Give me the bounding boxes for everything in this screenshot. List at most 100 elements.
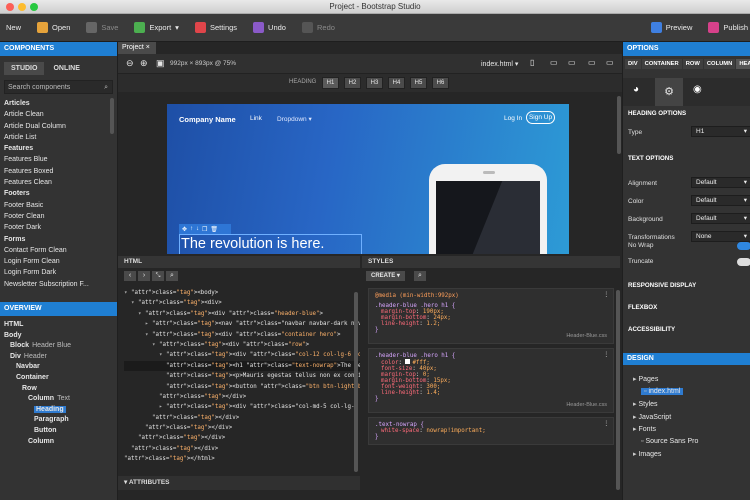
design-tree-node[interactable]: ▸ Pages: [633, 375, 658, 383]
heading-level-button[interactable]: H2: [344, 77, 361, 89]
html-line[interactable]: ▸ "attr">class="tag"><nav "attr">class="…: [124, 319, 360, 329]
component-item[interactable]: Article Dual Column: [0, 121, 117, 132]
component-category[interactable]: Footers: [0, 188, 117, 199]
css-rule[interactable]: @media (min-width:992px) .header-blue .he…: [368, 288, 614, 344]
html-line[interactable]: ▾ "attr">class="tag"><div "attr">class="…: [124, 309, 360, 319]
breadcrumb-tab[interactable]: HEA: [736, 59, 750, 69]
component-item[interactable]: Contact Form Clean: [0, 245, 117, 256]
component-list-scrollbar[interactable]: [110, 98, 114, 134]
option-select[interactable]: Default ▾: [691, 195, 750, 206]
design-tree-node[interactable]: ▸ Images: [633, 450, 661, 458]
redo-button[interactable]: Redo: [294, 18, 343, 38]
component-item[interactable]: Features Blue: [0, 154, 117, 165]
html-line[interactable]: ▾ "attr">class="tag"><div "attr">class="…: [124, 330, 360, 340]
heading-level-button[interactable]: H5: [410, 77, 427, 89]
minimize-window-icon[interactable]: [18, 3, 26, 11]
chevron-left-icon[interactable]: ‹: [124, 271, 136, 281]
delete-icon[interactable]: 🗑: [210, 226, 218, 233]
open-button[interactable]: Open: [29, 18, 78, 38]
more-icon[interactable]: ⋮: [603, 352, 609, 358]
zoom-in-icon[interactable]: ⊕: [140, 58, 148, 69]
close-window-icon[interactable]: [6, 3, 14, 11]
fit-icon[interactable]: ▣: [156, 58, 165, 69]
search-icon[interactable]: ⌕: [414, 271, 426, 281]
palette-icon[interactable]: ◕: [633, 84, 639, 95]
breadcrumb-tab[interactable]: DIV: [625, 59, 641, 69]
responsive-display-title[interactable]: RESPONSIVE DISPLAY: [628, 282, 696, 289]
html-line[interactable]: ▸ "attr">class="tag"><div "attr">class="…: [124, 402, 360, 412]
component-item[interactable]: Features Clean: [0, 177, 117, 188]
styles-scrollbar[interactable]: [616, 290, 620, 490]
component-category[interactable]: Forms: [0, 234, 117, 245]
html-line[interactable]: "attr">class="tag"></div>: [124, 433, 360, 443]
overview-node[interactable]: Heading: [0, 405, 117, 416]
component-item[interactable]: Login Form Clean: [0, 256, 117, 267]
design-tree-node[interactable]: ▫ Source Sans Pro: [641, 438, 698, 445]
component-item[interactable]: Article List: [0, 132, 117, 143]
overview-node[interactable]: Div Header: [0, 352, 117, 363]
zoom-out-icon[interactable]: ⊖: [126, 58, 134, 69]
tab-online[interactable]: ONLINE: [46, 62, 86, 75]
breadcrumb-tab[interactable]: COLUMN: [703, 59, 736, 69]
html-line[interactable]: "attr">class="tag"></div>: [124, 392, 360, 402]
overview-node[interactable]: Navbar: [0, 362, 117, 373]
selected-heading[interactable]: The revolution is here.: [179, 234, 362, 254]
overview-node[interactable]: Button: [0, 426, 117, 437]
css-rule[interactable]: .text-nowrap {white-space: nowrap!import…: [368, 417, 614, 445]
new-button[interactable]: New: [0, 18, 29, 38]
more-icon[interactable]: ⋮: [603, 421, 609, 427]
preview-button[interactable]: Preview: [643, 18, 701, 38]
component-category[interactable]: Articles: [0, 98, 117, 109]
breadcrumb-tab[interactable]: CONTAINER: [641, 59, 682, 69]
type-select[interactable]: H1 ▾: [691, 126, 750, 137]
create-button[interactable]: CREATE ▾: [366, 271, 405, 281]
design-tree-node[interactable]: ▫ index.html: [641, 387, 684, 395]
heading-level-button[interactable]: H1: [322, 77, 339, 89]
monitor-view-icon[interactable]: ▭: [606, 58, 614, 67]
no-wrap-toggle[interactable]: [737, 242, 750, 250]
close-icon[interactable]: ×: [146, 44, 150, 51]
tablet-view-icon[interactable]: ▭: [550, 58, 558, 67]
arrow-up-icon[interactable]: ↑: [190, 226, 193, 232]
duplicate-icon[interactable]: ❐: [202, 226, 207, 233]
css-rule[interactable]: .header-blue .hero h1 {color: #fff; font-…: [368, 348, 614, 413]
page-preview[interactable]: Company Name Link Dropdown ▾ Log In Sign…: [167, 104, 569, 254]
html-line[interactable]: "attr">class="tag"><p>Mauris egestas tel…: [124, 371, 360, 381]
overview-node[interactable]: Paragraph: [0, 415, 117, 426]
component-category[interactable]: Features: [0, 143, 117, 154]
component-item[interactable]: Article Clean: [0, 109, 117, 120]
undo-button[interactable]: Undo: [245, 18, 294, 38]
flexbox-title[interactable]: FLEXBOX: [628, 304, 657, 311]
html-line[interactable]: ▾ "attr">class="tag"><div "attr">class="…: [124, 340, 360, 350]
settings-button[interactable]: Settings: [187, 18, 245, 38]
component-search-input[interactable]: Search components ⌕: [4, 80, 113, 94]
mobile-view-icon[interactable]: ▯: [530, 58, 534, 67]
export-button[interactable]: Export ▾: [126, 18, 186, 38]
component-item[interactable]: Newsletter Subscription F...: [0, 279, 117, 290]
desktop-view-icon[interactable]: ▭: [588, 58, 596, 67]
component-item[interactable]: Features Boxed: [0, 166, 117, 177]
html-line[interactable]: "attr">class="tag"></html>: [124, 454, 360, 464]
overview-node[interactable]: Column Text: [0, 394, 117, 405]
heading-level-button[interactable]: H4: [388, 77, 405, 89]
overview-node[interactable]: Block Header Blue: [0, 341, 117, 352]
html-line[interactable]: ▾ "attr">class="tag"><div "attr">class="…: [124, 350, 360, 360]
overview-node[interactable]: Row: [0, 384, 117, 395]
html-line[interactable]: ▾ "attr">class="tag"><div>: [124, 298, 360, 308]
design-tree-node[interactable]: ▸ Styles: [633, 400, 658, 408]
overview-node[interactable]: HTML: [0, 320, 117, 331]
search-icon[interactable]: ⌕: [166, 271, 178, 281]
breadcrumb-tab[interactable]: ROW: [682, 59, 703, 69]
tab-project[interactable]: Project ×: [118, 42, 156, 54]
chevron-right-icon[interactable]: ›: [138, 271, 150, 281]
component-item[interactable]: Footer Clean: [0, 211, 117, 222]
overview-node[interactable]: Body: [0, 331, 117, 342]
accessibility-title[interactable]: ACCESSIBILITY: [628, 326, 675, 333]
html-scrollbar[interactable]: [354, 292, 358, 472]
canvas-scrollbar[interactable]: [617, 96, 621, 154]
option-select[interactable]: Default ▾: [691, 177, 750, 188]
html-line[interactable]: "attr">class="tag"></div>: [124, 444, 360, 454]
option-select[interactable]: None ▾: [691, 231, 750, 242]
maximize-window-icon[interactable]: [30, 3, 38, 11]
tab-studio[interactable]: STUDIO: [4, 62, 45, 75]
